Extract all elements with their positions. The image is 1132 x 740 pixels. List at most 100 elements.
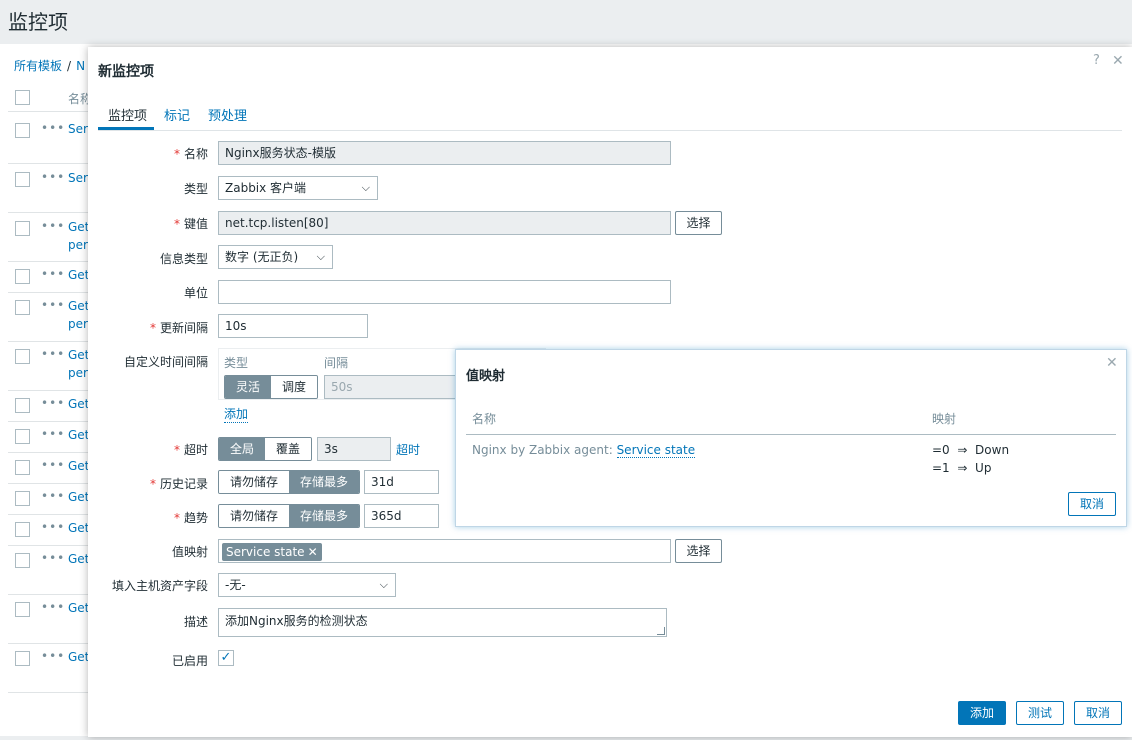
popup-cancel-button[interactable]: 取消	[1068, 492, 1116, 516]
valuemap-select-button[interactable]: 选择	[675, 539, 722, 563]
remove-tag-icon[interactable]: ✕	[308, 545, 318, 559]
list-row: ••• Ser	[8, 113, 88, 164]
row-menu-icon[interactable]: •••	[41, 298, 65, 312]
tab-preprocessing[interactable]: 预处理	[208, 105, 247, 124]
popup-col-mapping: 映射	[932, 412, 957, 426]
history-label: * 历史记录	[149, 477, 208, 491]
popup-close-icon[interactable]: ✕	[1106, 355, 1118, 371]
add-button[interactable]: 添加	[958, 701, 1006, 725]
timeout-override-option[interactable]: 覆盖	[265, 438, 312, 460]
list-row: ••• Get	[8, 262, 89, 293]
row-name[interactable]: Get	[68, 457, 89, 476]
flexible-option[interactable]: 灵活	[225, 376, 272, 398]
page-title: 监控项	[8, 10, 68, 34]
row-checkbox[interactable]	[15, 221, 30, 236]
key-label: * 键值	[173, 217, 208, 231]
key-select-button[interactable]: 选择	[675, 211, 722, 235]
scheduling-option[interactable]: 调度	[271, 376, 318, 398]
timeout-input[interactable]: 3s	[317, 437, 391, 461]
list-row: ••• Get	[8, 422, 89, 453]
row-menu-icon[interactable]: •••	[41, 600, 65, 614]
row-menu-icon[interactable]: •••	[41, 121, 65, 135]
trends-store-up-to-option[interactable]: 存储最多	[289, 505, 360, 527]
select-all-checkbox[interactable]	[15, 90, 30, 105]
breadcrumb-all-templates[interactable]: 所有模板	[14, 59, 62, 73]
row-name-suffix[interactable]: per	[68, 364, 88, 383]
valuemap-link[interactable]: Service state	[616, 443, 696, 458]
row-menu-icon[interactable]: •••	[41, 267, 65, 281]
row-checkbox[interactable]	[15, 522, 30, 537]
custom-interval-input[interactable]: 50s	[324, 375, 464, 399]
info-type-label: 信息类型	[159, 252, 208, 266]
enabled-label: 已启用	[171, 654, 208, 668]
row-name[interactable]: Get	[68, 297, 89, 316]
custom-intervals-col-type: 类型	[224, 356, 249, 370]
row-checkbox[interactable]	[15, 123, 30, 138]
name-input[interactable]: Nginx服务状态-模版	[218, 141, 671, 165]
list-row: ••• Get	[8, 595, 89, 644]
test-button[interactable]: 测试	[1016, 701, 1064, 725]
row-menu-icon[interactable]: •••	[41, 427, 65, 441]
row-checkbox[interactable]	[15, 460, 30, 475]
description-textarea[interactable]: 添加Nginx服务的检测状态	[218, 608, 667, 637]
row-name[interactable]: Get	[68, 550, 89, 569]
valuemap-multiselect[interactable]: Service state ✕	[218, 539, 671, 563]
row-menu-icon[interactable]: •••	[41, 489, 65, 503]
history-input[interactable]: 31d	[364, 470, 439, 494]
breadcrumb-template[interactable]: N	[76, 59, 85, 73]
row-checkbox[interactable]	[15, 349, 30, 364]
row-checkbox[interactable]	[15, 553, 30, 568]
add-custom-interval-link[interactable]: 添加	[224, 405, 249, 423]
row-name[interactable]: Get	[68, 599, 89, 618]
row-name[interactable]: Get	[68, 346, 89, 365]
row-name[interactable]: Get	[68, 426, 89, 445]
row-checkbox[interactable]	[15, 398, 30, 413]
chevron-down-icon: ⌵	[361, 181, 370, 194]
row-menu-icon[interactable]: •••	[41, 551, 65, 565]
list-row: ••• Get per	[8, 293, 89, 342]
units-input[interactable]	[218, 280, 671, 304]
history-store-up-to-option[interactable]: 存储最多	[289, 471, 360, 493]
resize-grip-icon[interactable]	[657, 627, 665, 635]
history-do-not-store-option[interactable]: 请勿储存	[219, 471, 290, 493]
row-menu-icon[interactable]: •••	[41, 458, 65, 472]
row-name[interactable]: Get	[68, 519, 89, 538]
enabled-checkbox[interactable]: ✓	[218, 650, 234, 666]
update-interval-input[interactable]: 10s	[218, 314, 368, 338]
row-menu-icon[interactable]: •••	[41, 520, 65, 534]
row-checkbox[interactable]	[15, 300, 30, 315]
tab-tags[interactable]: 标记	[164, 105, 190, 124]
row-name[interactable]: Get	[68, 648, 89, 667]
row-name[interactable]: Ser	[68, 120, 88, 139]
row-checkbox[interactable]	[15, 172, 30, 187]
trends-do-not-store-option[interactable]: 请勿储存	[219, 505, 290, 527]
timeout-global-option[interactable]: 全局	[219, 438, 266, 460]
type-select[interactable]: Zabbix 客户端 ⌵	[218, 176, 378, 200]
cancel-button[interactable]: 取消	[1074, 701, 1122, 725]
inventory-select[interactable]: -无- ⌵	[218, 573, 396, 597]
row-menu-icon[interactable]: •••	[41, 396, 65, 410]
help-icon[interactable]: ?	[1093, 53, 1100, 68]
row-menu-icon[interactable]: •••	[41, 347, 65, 361]
row-name[interactable]: Ser	[68, 169, 88, 188]
tab-item[interactable]: 监控项	[108, 105, 147, 124]
row-name[interactable]: Get	[68, 218, 89, 237]
timeout-link[interactable]: 超时	[396, 441, 420, 458]
row-name-suffix[interactable]: per	[68, 315, 88, 334]
row-name[interactable]: Get	[68, 266, 89, 285]
row-checkbox[interactable]	[15, 429, 30, 444]
info-type-select[interactable]: 数字 (无正负) ⌵	[218, 245, 333, 269]
row-menu-icon[interactable]: •••	[41, 219, 65, 233]
row-checkbox[interactable]	[15, 602, 30, 617]
key-input[interactable]: net.tcp.listen[80]	[218, 211, 671, 235]
row-name[interactable]: Get	[68, 395, 89, 414]
row-checkbox[interactable]	[15, 269, 30, 284]
close-icon[interactable]: ✕	[1112, 53, 1124, 69]
row-name-suffix[interactable]: per	[68, 236, 88, 255]
row-name[interactable]: Get	[68, 488, 89, 507]
trends-input[interactable]: 365d	[364, 504, 439, 528]
row-checkbox[interactable]	[15, 491, 30, 506]
row-checkbox[interactable]	[15, 651, 30, 666]
row-menu-icon[interactable]: •••	[41, 649, 65, 663]
row-menu-icon[interactable]: •••	[41, 170, 65, 184]
